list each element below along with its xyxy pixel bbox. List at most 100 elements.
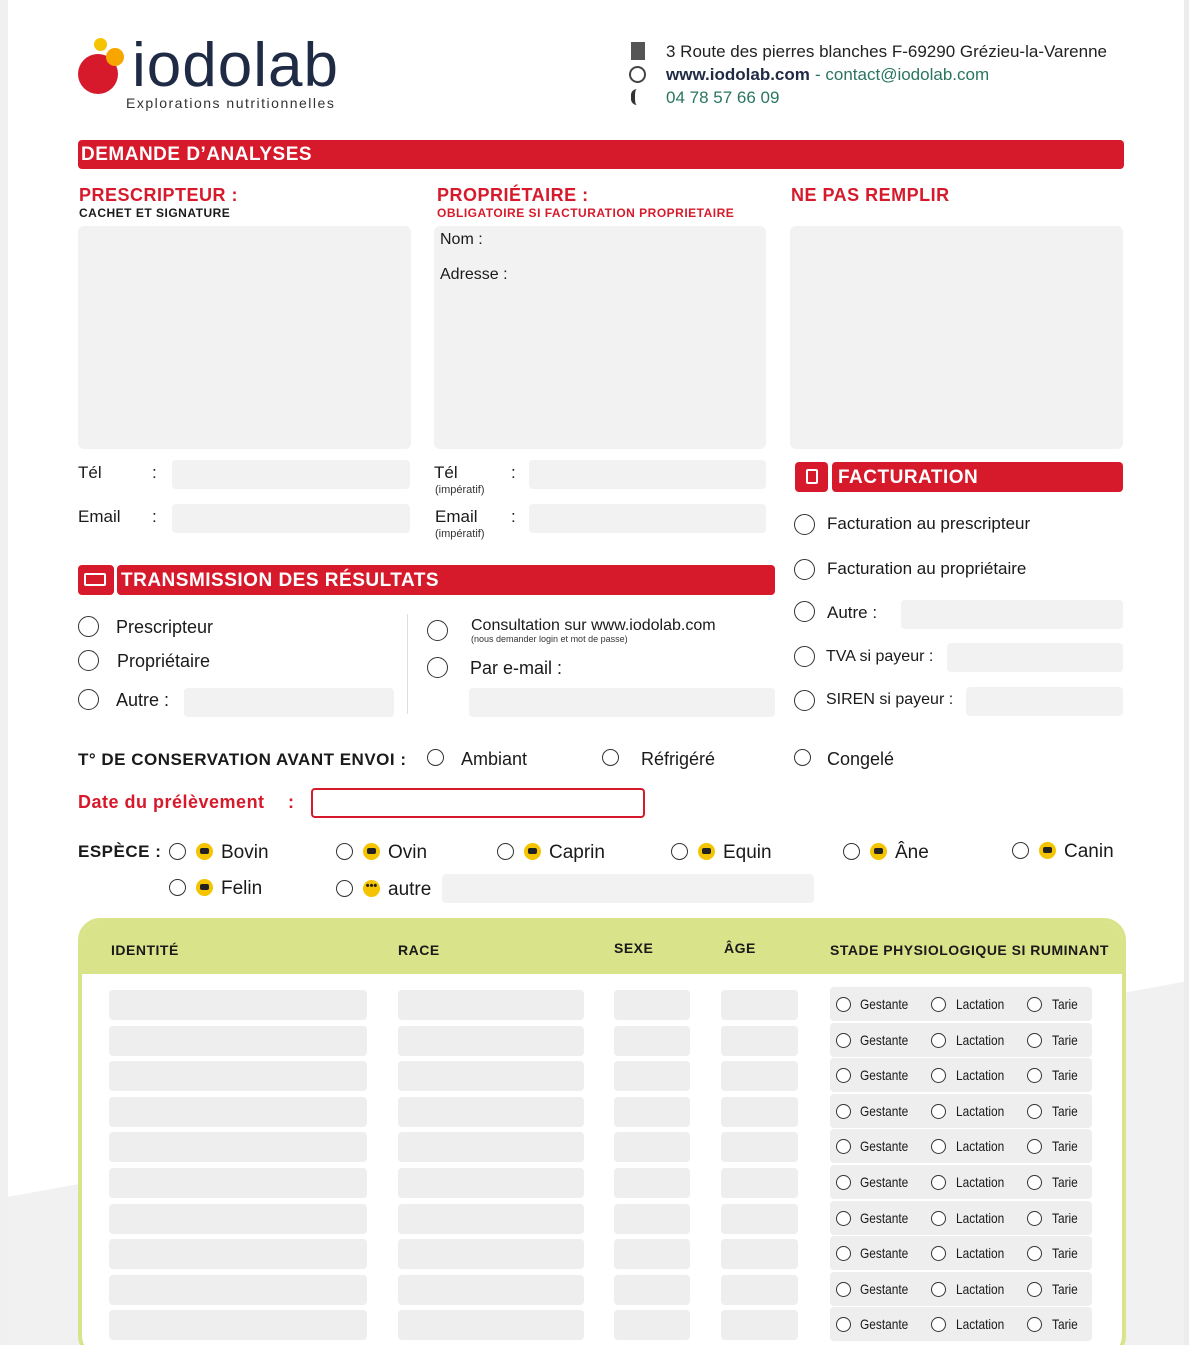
- transmission-proprietaire-radio[interactable]: [78, 650, 99, 671]
- congele-radio[interactable]: [794, 749, 811, 766]
- date-field[interactable]: [311, 788, 645, 818]
- gestante-radio[interactable]: [836, 1139, 851, 1155]
- transmission-autre-field[interactable]: [184, 688, 394, 717]
- facturation-autre-radio[interactable]: [794, 601, 815, 622]
- proprietaire-tel-field[interactable]: [529, 460, 766, 489]
- siren-radio[interactable]: [794, 690, 815, 711]
- facturation-proprietaire-radio[interactable]: [794, 559, 815, 580]
- gestante-radio[interactable]: [836, 1103, 851, 1119]
- refrigere-radio[interactable]: [602, 749, 619, 766]
- race-cell[interactable]: [398, 1310, 584, 1341]
- age-cell[interactable]: [721, 1132, 798, 1163]
- tva-field[interactable]: [947, 643, 1123, 672]
- proprietaire-email-field[interactable]: [529, 504, 766, 533]
- sexe-cell[interactable]: [614, 1310, 690, 1341]
- sexe-cell[interactable]: [614, 1203, 690, 1234]
- gestante-radio[interactable]: [836, 1317, 851, 1333]
- gestante-radio[interactable]: [836, 1175, 851, 1190]
- prescripteur-email-field[interactable]: [172, 504, 410, 533]
- lactation-radio[interactable]: [931, 1175, 946, 1190]
- tarie-radio[interactable]: [1027, 1281, 1042, 1297]
- sexe-cell[interactable]: [614, 1239, 690, 1270]
- age-cell[interactable]: [721, 1310, 798, 1341]
- identite-cell[interactable]: [109, 1132, 367, 1163]
- transmission-autre-radio[interactable]: [78, 689, 99, 710]
- sexe-cell[interactable]: [614, 990, 690, 1020]
- identite-cell[interactable]: [109, 1310, 367, 1341]
- lactation-radio[interactable]: [931, 1103, 946, 1119]
- ane-radio[interactable]: [843, 843, 860, 860]
- lactation-radio[interactable]: [931, 1281, 946, 1297]
- identite-cell[interactable]: [109, 1203, 367, 1234]
- lactation-radio[interactable]: [931, 1317, 946, 1333]
- race-cell[interactable]: [398, 990, 584, 1020]
- transmission-prescripteur-radio[interactable]: [78, 616, 99, 637]
- identite-cell[interactable]: [109, 1025, 367, 1056]
- tarie-radio[interactable]: [1027, 997, 1042, 1012]
- sexe-cell[interactable]: [614, 1168, 690, 1198]
- sexe-cell[interactable]: [614, 1274, 690, 1305]
- identite-cell[interactable]: [109, 1168, 367, 1198]
- gestante-radio[interactable]: [836, 1068, 851, 1084]
- prescripteur-tel-field[interactable]: [172, 460, 410, 489]
- age-cell[interactable]: [721, 1168, 798, 1198]
- caprin-radio[interactable]: [497, 843, 514, 860]
- identite-cell[interactable]: [109, 1274, 367, 1305]
- identite-cell[interactable]: [109, 1061, 367, 1092]
- gestante-radio[interactable]: [836, 1210, 851, 1226]
- proprietaire-box[interactable]: [434, 226, 766, 449]
- sexe-cell[interactable]: [614, 1132, 690, 1163]
- race-cell[interactable]: [398, 1239, 584, 1270]
- tarie-radio[interactable]: [1027, 1246, 1042, 1262]
- age-cell[interactable]: [721, 1096, 798, 1127]
- lactation-radio[interactable]: [931, 1032, 946, 1048]
- age-cell[interactable]: [721, 1025, 798, 1056]
- tarie-radio[interactable]: [1027, 1103, 1042, 1119]
- age-cell[interactable]: [721, 990, 798, 1020]
- siren-field[interactable]: [966, 687, 1123, 716]
- sexe-cell[interactable]: [614, 1061, 690, 1092]
- gestante-radio[interactable]: [836, 1281, 851, 1297]
- race-cell[interactable]: [398, 1096, 584, 1127]
- tarie-radio[interactable]: [1027, 1175, 1042, 1190]
- identite-cell[interactable]: [109, 1096, 367, 1127]
- felin-radio[interactable]: [169, 879, 186, 896]
- age-cell[interactable]: [721, 1274, 798, 1305]
- autre-espece-field[interactable]: [442, 874, 814, 903]
- gestante-radio[interactable]: [836, 997, 851, 1012]
- autre-espece-radio[interactable]: [336, 880, 353, 897]
- website-link[interactable]: www.iodolab.com: [666, 65, 810, 85]
- sexe-cell[interactable]: [614, 1025, 690, 1056]
- sexe-cell[interactable]: [614, 1096, 690, 1127]
- gestante-radio[interactable]: [836, 1032, 851, 1048]
- race-cell[interactable]: [398, 1203, 584, 1234]
- tarie-radio[interactable]: [1027, 1317, 1042, 1333]
- race-cell[interactable]: [398, 1168, 584, 1198]
- equin-radio[interactable]: [671, 843, 688, 860]
- age-cell[interactable]: [721, 1203, 798, 1234]
- contact-email[interactable]: - contact@iodolab.com: [815, 65, 989, 85]
- identite-cell[interactable]: [109, 1239, 367, 1270]
- lactation-radio[interactable]: [931, 1139, 946, 1155]
- lactation-radio[interactable]: [931, 1246, 946, 1262]
- tarie-radio[interactable]: [1027, 1068, 1042, 1084]
- race-cell[interactable]: [398, 1132, 584, 1163]
- ambiant-radio[interactable]: [427, 749, 444, 766]
- consultation-radio[interactable]: [427, 620, 448, 641]
- identite-cell[interactable]: [109, 990, 367, 1020]
- bovin-radio[interactable]: [169, 843, 186, 860]
- lactation-radio[interactable]: [931, 1210, 946, 1226]
- prescripteur-stamp-box[interactable]: [78, 226, 411, 449]
- age-cell[interactable]: [721, 1061, 798, 1092]
- age-cell[interactable]: [721, 1239, 798, 1270]
- facturation-autre-field[interactable]: [901, 600, 1123, 629]
- race-cell[interactable]: [398, 1061, 584, 1092]
- lactation-radio[interactable]: [931, 997, 946, 1012]
- facturation-prescripteur-radio[interactable]: [794, 514, 815, 535]
- ovin-radio[interactable]: [336, 843, 353, 860]
- gestante-radio[interactable]: [836, 1246, 851, 1262]
- tva-radio[interactable]: [794, 646, 815, 667]
- par-email-radio[interactable]: [427, 657, 448, 678]
- par-email-field[interactable]: [469, 688, 775, 717]
- tarie-radio[interactable]: [1027, 1139, 1042, 1155]
